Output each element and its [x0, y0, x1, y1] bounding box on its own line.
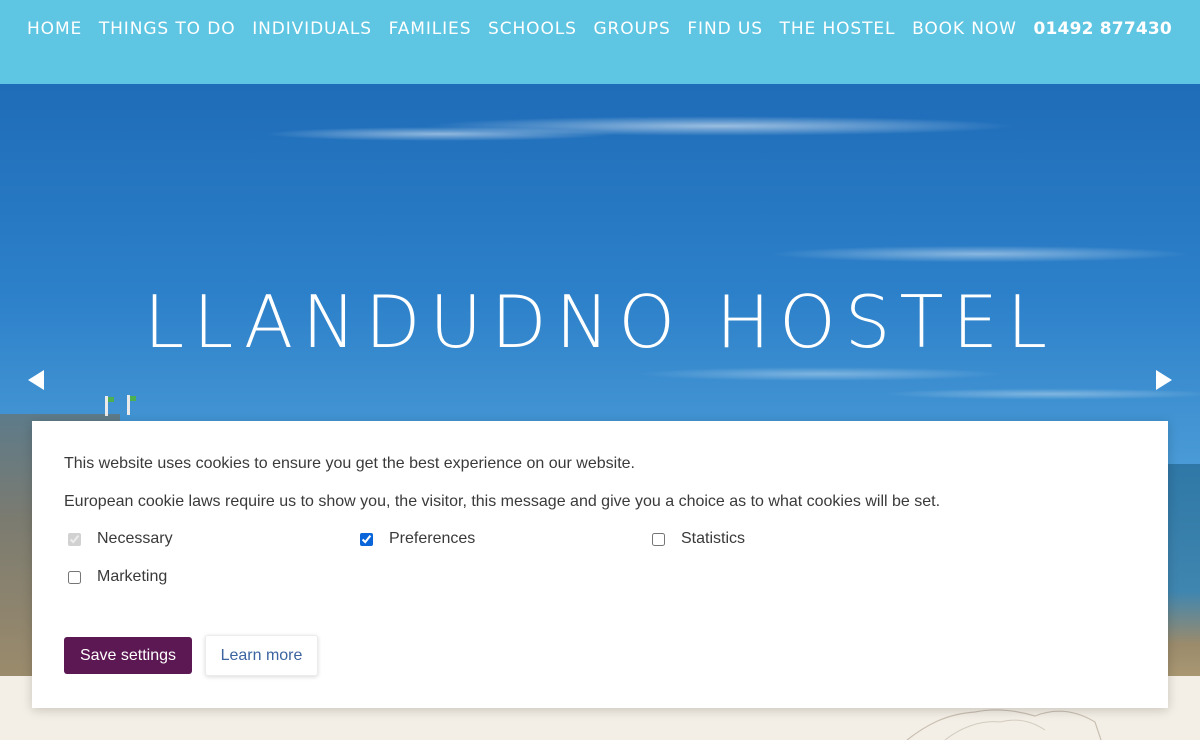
sketch-illustration	[906, 709, 1102, 740]
necessary-label: Necessary	[97, 530, 173, 547]
nav-the-hostel[interactable]: THE HOSTEL	[780, 19, 896, 39]
statistics-checkbox[interactable]	[652, 532, 665, 546]
statistics-label: Statistics	[681, 530, 746, 547]
nav-groups[interactable]: GROUPS	[593, 19, 670, 39]
flag-icon	[105, 396, 114, 416]
nav-phone-number[interactable]: 01492 877430	[1034, 19, 1172, 39]
cookie-option-statistics[interactable]: Statistics	[652, 530, 745, 548]
cookie-option-preferences[interactable]: Preferences	[360, 530, 475, 548]
marketing-checkbox[interactable]	[68, 570, 81, 584]
nav-book-now[interactable]: BOOK NOW	[912, 19, 1017, 39]
top-navigation: HOME THINGS TO DO INDIVIDUALS FAMILIES S…	[0, 0, 1200, 84]
learn-more-button[interactable]: Learn more	[205, 635, 318, 676]
nav-find-us[interactable]: FIND US	[687, 19, 763, 39]
cookie-option-necessary: Necessary	[68, 530, 173, 548]
nav-schools[interactable]: SCHOOLS	[488, 19, 577, 39]
marketing-label: Marketing	[97, 568, 168, 585]
cookie-message: This website uses cookies to ensure you …	[64, 455, 635, 472]
nav-individuals[interactable]: INDIVIDUALS	[252, 19, 372, 39]
nav-home[interactable]: HOME	[27, 19, 82, 39]
preferences-checkbox[interactable]	[360, 532, 373, 546]
cookie-option-marketing[interactable]: Marketing	[68, 568, 167, 586]
arrow-right-icon[interactable]	[1156, 370, 1172, 390]
flag-icon	[127, 395, 136, 415]
nav-families[interactable]: FAMILIES	[389, 19, 472, 39]
hero-title: LLANDUDNO HOSTEL	[143, 280, 1057, 364]
cookie-law-notice: European cookie laws require us to show …	[64, 493, 941, 510]
necessary-checkbox	[68, 532, 81, 546]
cookie-consent-dialog: This website uses cookies to ensure you …	[32, 421, 1168, 708]
arrow-left-icon[interactable]	[28, 370, 44, 390]
nav-things-to-do[interactable]: THINGS TO DO	[99, 19, 236, 39]
preferences-label: Preferences	[389, 530, 476, 547]
save-settings-button[interactable]: Save settings	[64, 637, 192, 674]
